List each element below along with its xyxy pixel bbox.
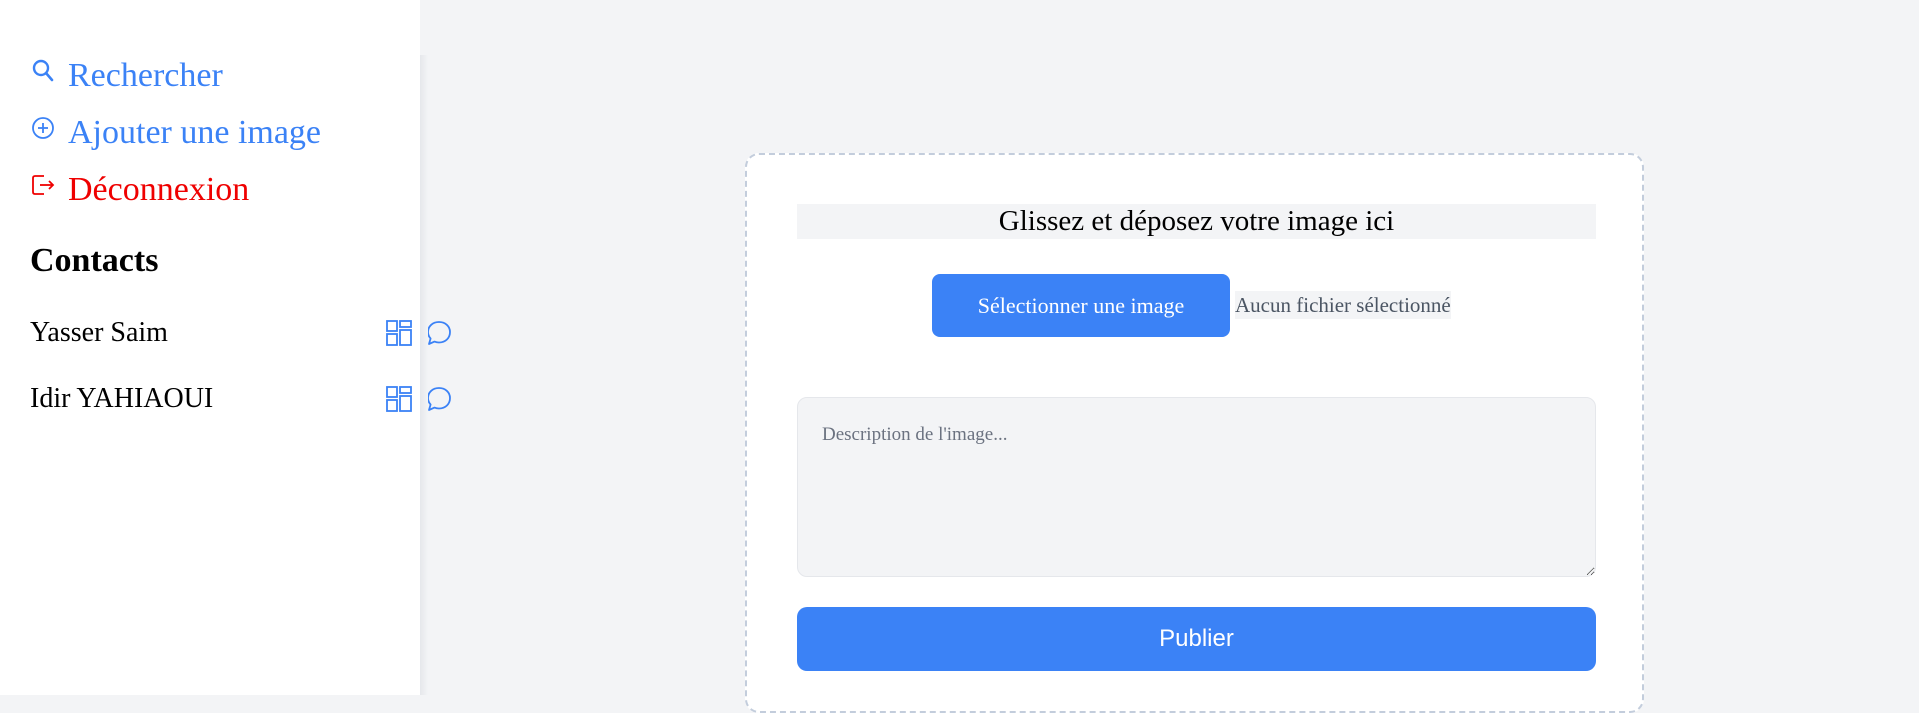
contact-row: Idir YAHIAOUI: [30, 374, 451, 424]
nav-add-image-link[interactable]: Ajouter une image: [30, 114, 321, 152]
search-icon: [30, 58, 56, 84]
select-image-button[interactable]: Sélectionner une image: [932, 274, 1230, 337]
drop-zone-label[interactable]: Glissez et déposez votre image ici: [797, 204, 1596, 239]
grid-icon[interactable]: [383, 317, 415, 349]
nav-search-label: Rechercher: [68, 57, 223, 94]
contact-name: Yasser Saim: [30, 317, 168, 348]
plus-circle-icon: [30, 115, 56, 141]
sidebar-divider: [420, 55, 428, 695]
contact-name: Idir YAHIAOUI: [30, 383, 214, 414]
nav-logout-link[interactable]: Déconnexion: [30, 171, 249, 209]
upload-card: Glissez et déposez votre image ici Sélec…: [745, 153, 1644, 713]
publish-button[interactable]: Publier: [797, 607, 1596, 671]
description-textarea[interactable]: [797, 397, 1596, 577]
grid-icon[interactable]: [383, 383, 415, 415]
logout-icon: [30, 172, 56, 198]
contact-row: Yasser Saim: [30, 308, 451, 358]
contacts-heading: Contacts: [30, 242, 159, 279]
nav-logout-label: Déconnexion: [68, 171, 250, 208]
contact-actions: [383, 374, 455, 424]
nav-add-image-label: Ajouter une image: [68, 114, 322, 151]
contact-actions: [383, 308, 455, 358]
sidebar: Rechercher Ajouter une image Déconnexion…: [0, 0, 451, 695]
nav-search-link[interactable]: Rechercher: [30, 57, 223, 95]
file-status-text: Aucun fichier sélectionné: [1235, 291, 1451, 319]
